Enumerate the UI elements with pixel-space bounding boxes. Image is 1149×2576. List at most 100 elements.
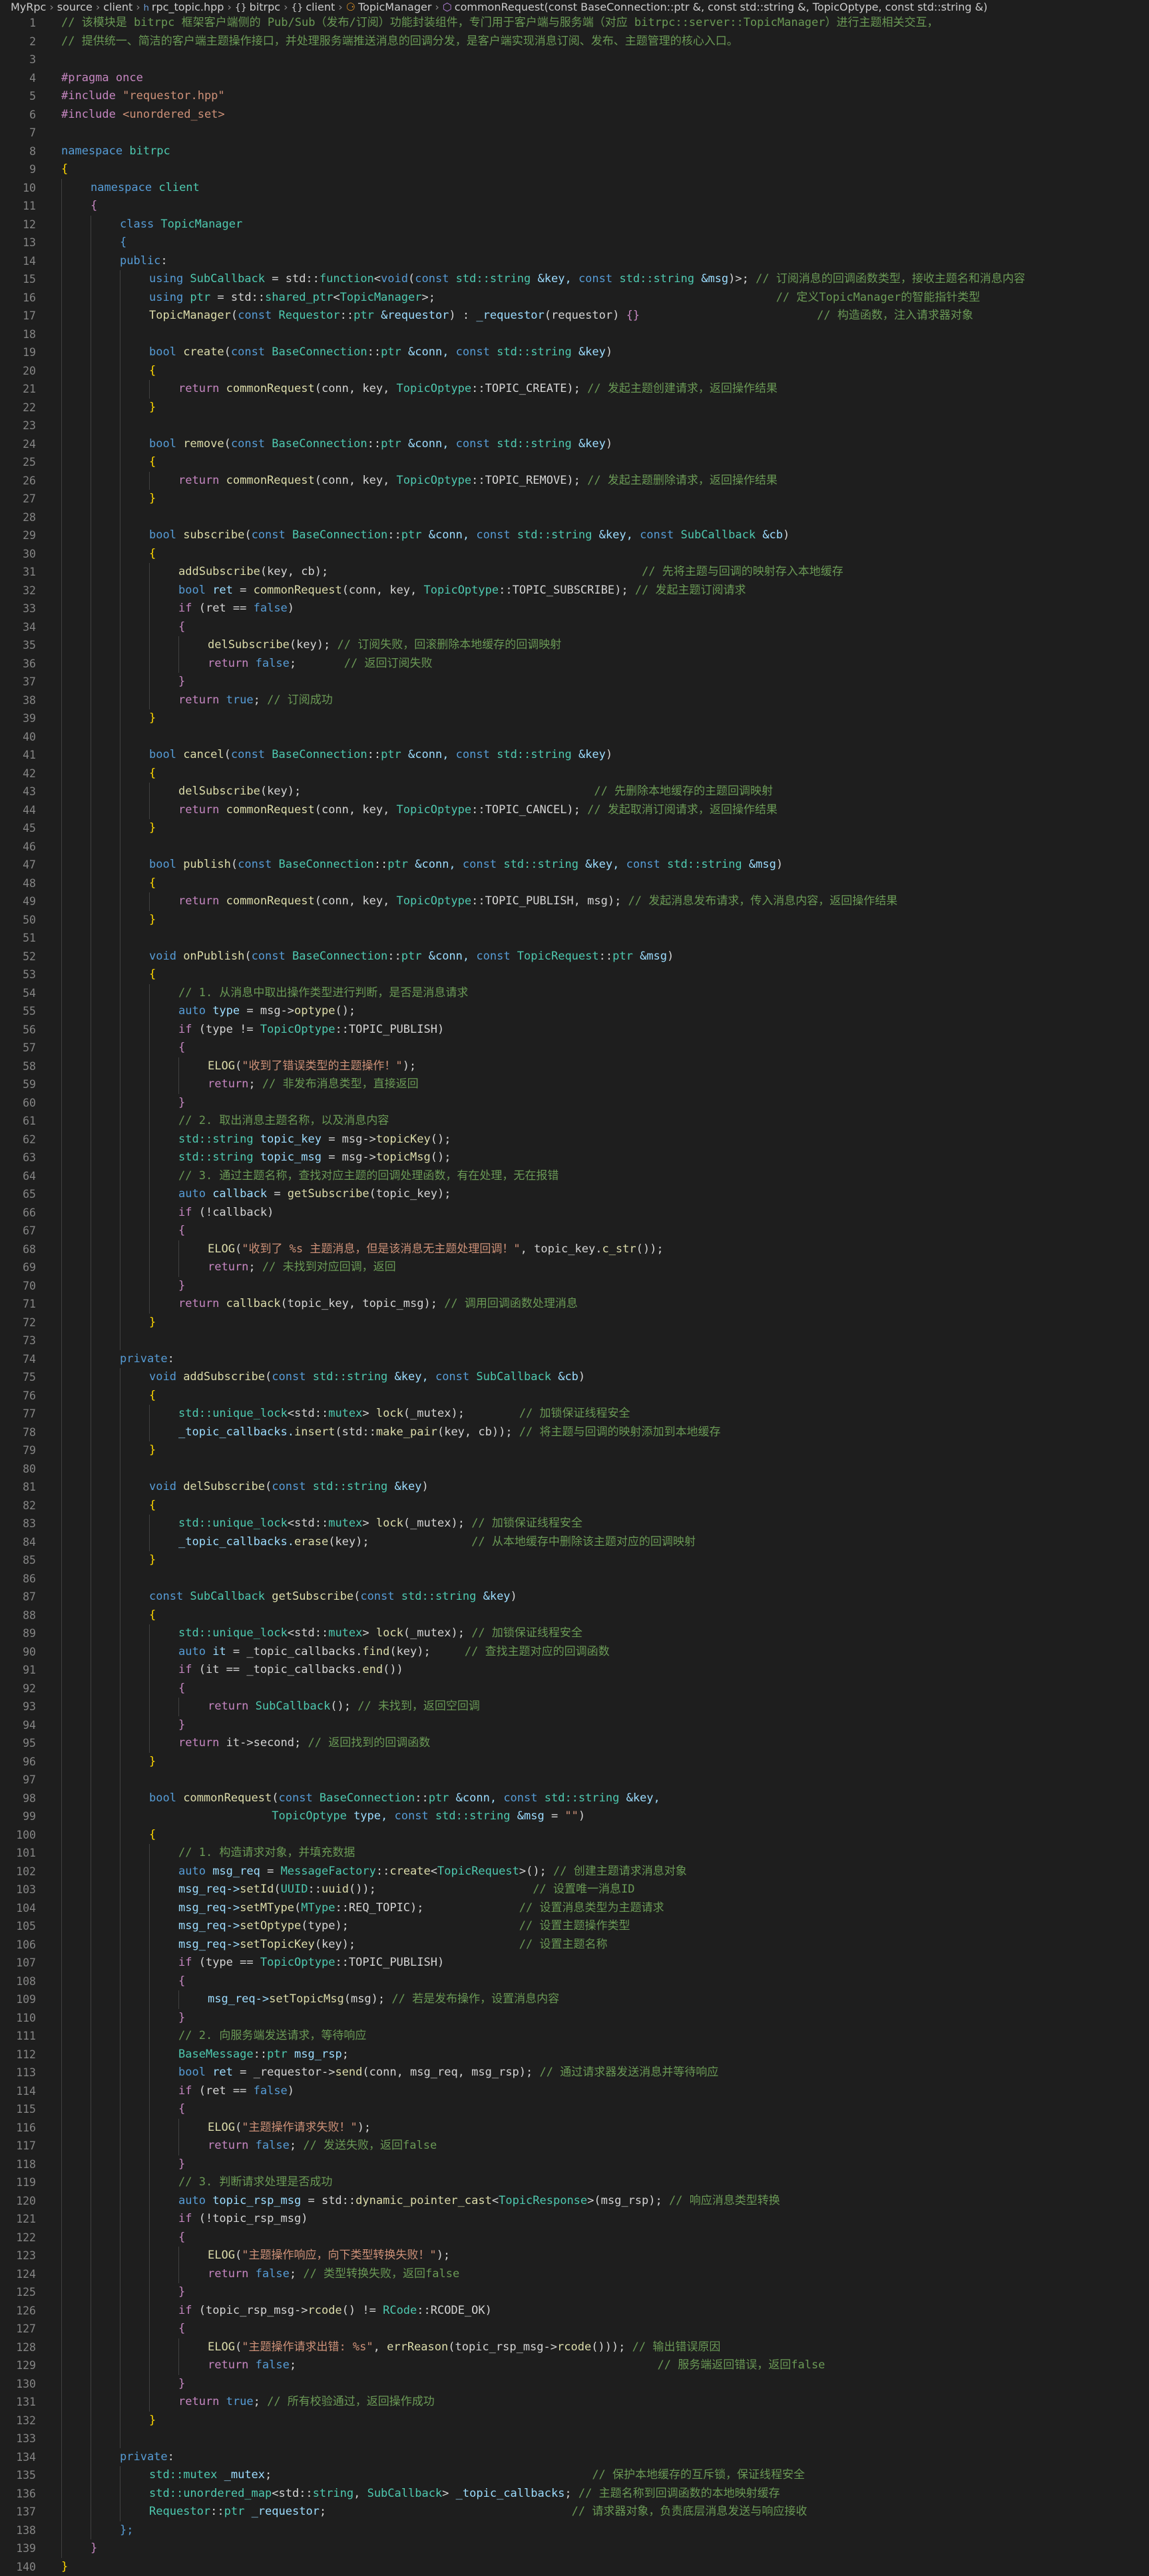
code-line[interactable]: 26return commonRequest(conn, key, TopicO…: [0, 472, 1149, 490]
code-line[interactable]: 6#include <unordered_set>: [0, 106, 1149, 124]
code-line[interactable]: 50}: [0, 911, 1149, 930]
code-line[interactable]: 137Requestor::ptr _requestor; // 请求器对象，负…: [0, 2503, 1149, 2521]
code-line[interactable]: 63std::string topic_msg = msg->topicMsg(…: [0, 1149, 1149, 1167]
code-line[interactable]: 121if (!topic_rsp_msg): [0, 2210, 1149, 2229]
code-line[interactable]: 51: [0, 929, 1149, 948]
code-line[interactable]: 130}: [0, 2375, 1149, 2394]
code-line[interactable]: 97: [0, 1771, 1149, 1789]
breadcrumb-item[interactable]: hrpc_topic.hpp: [144, 1, 224, 13]
code-line[interactable]: 54// 1. 从消息中取出操作类型进行判断，是否是消息请求: [0, 984, 1149, 1003]
code-line[interactable]: 53{: [0, 966, 1149, 984]
breadcrumb-item[interactable]: ⚆TopicManager: [346, 1, 432, 13]
code-line[interactable]: 71return callback(topic_key, topic_msg);…: [0, 1295, 1149, 1314]
code-line[interactable]: 117return false; // 发送失败，返回false: [0, 2137, 1149, 2155]
code-line[interactable]: 115{: [0, 2100, 1149, 2119]
code-line[interactable]: 140}: [0, 2558, 1149, 2576]
code-line[interactable]: 38return true; // 订阅成功: [0, 691, 1149, 710]
code-line[interactable]: 20{: [0, 362, 1149, 381]
code-line[interactable]: 86: [0, 1570, 1149, 1588]
code-line[interactable]: 67{: [0, 1222, 1149, 1240]
code-line[interactable]: 110}: [0, 2009, 1149, 2028]
code-line[interactable]: 134private:: [0, 2448, 1149, 2467]
code-line[interactable]: 131return true; // 所有校验通过，返回操作成功: [0, 2393, 1149, 2412]
breadcrumb-item[interactable]: source: [57, 1, 93, 13]
code-line[interactable]: 16using ptr = std::shared_ptr<TopicManag…: [0, 289, 1149, 307]
code-line[interactable]: 30{: [0, 545, 1149, 564]
code-line[interactable]: 27}: [0, 490, 1149, 508]
code-line[interactable]: 62std::string topic_key = msg->topicKey(…: [0, 1131, 1149, 1149]
code-line[interactable]: 17TopicManager(const Requestor::ptr &req…: [0, 307, 1149, 325]
code-line[interactable]: 1// 该模块是 bitrpc 框架客户端侧的 Pub/Sub（发布/订阅）功能…: [0, 14, 1149, 33]
code-line[interactable]: 65auto callback = getSubscribe(topic_key…: [0, 1185, 1149, 1204]
code-line[interactable]: 82{: [0, 1497, 1149, 1515]
code-line[interactable]: 80: [0, 1460, 1149, 1479]
breadcrumb-item[interactable]: MyRpc: [11, 1, 46, 13]
code-line[interactable]: 118}: [0, 2155, 1149, 2174]
code-line[interactable]: 129return false; // 服务端返回错误，返回false: [0, 2356, 1149, 2375]
code-line[interactable]: 18: [0, 325, 1149, 344]
code-line[interactable]: 22}: [0, 399, 1149, 417]
code-line[interactable]: 93return SubCallback(); // 未找到，返回空回调: [0, 1698, 1149, 1716]
code-line[interactable]: 14public:: [0, 252, 1149, 271]
code-line[interactable]: 135std::mutex _mutex; // 保护本地缓存的互斥锁，保证线程…: [0, 2466, 1149, 2485]
code-line[interactable]: 101// 1. 构造请求对象，并填充数据: [0, 1844, 1149, 1863]
code-line[interactable]: 125}: [0, 2283, 1149, 2302]
code-line[interactable]: 10namespace client: [0, 179, 1149, 198]
code-line[interactable]: 102auto msg_req = MessageFactory::create…: [0, 1863, 1149, 1881]
breadcrumb-item[interactable]: {}client: [291, 1, 335, 13]
code-line[interactable]: 68ELOG("收到了 %s 主题消息，但是该消息无主题处理回调！", topi…: [0, 1240, 1149, 1259]
code-line[interactable]: 123ELOG("主题操作响应，向下类型转换失败！");: [0, 2247, 1149, 2265]
code-line[interactable]: 92{: [0, 1680, 1149, 1698]
code-line[interactable]: 64// 3. 通过主题名称，查找对应主题的回调处理函数，有在处理，无在报错: [0, 1167, 1149, 1186]
code-line[interactable]: 72}: [0, 1314, 1149, 1332]
code-line[interactable]: 76{: [0, 1387, 1149, 1405]
code-line[interactable]: 122{: [0, 2229, 1149, 2247]
code-line[interactable]: 56if (type != TopicOptype::TOPIC_PUBLISH…: [0, 1021, 1149, 1039]
code-line[interactable]: 100{: [0, 1826, 1149, 1845]
code-line[interactable]: 79}: [0, 1441, 1149, 1460]
code-line[interactable]: 39}: [0, 709, 1149, 728]
breadcrumb-item[interactable]: {}bitrpc: [235, 1, 280, 13]
code-line[interactable]: 87const SubCallback getSubscribe(const s…: [0, 1588, 1149, 1606]
code-line[interactable]: 31addSubscribe(key, cb); // 先将主题与回调的映射存入…: [0, 563, 1149, 582]
code-line[interactable]: 111// 2. 向服务端发送请求，等待响应: [0, 2027, 1149, 2046]
code-line[interactable]: 52void onPublish(const BaseConnection::p…: [0, 948, 1149, 966]
code-line[interactable]: 69return; // 未找到对应回调，返回: [0, 1258, 1149, 1277]
code-line[interactable]: 66if (!callback): [0, 1204, 1149, 1222]
code-line[interactable]: 36return false; // 返回订阅失败: [0, 655, 1149, 673]
code-line[interactable]: 35delSubscribe(key); // 订阅失败，回滚删除本地缓存的回调…: [0, 636, 1149, 655]
code-line[interactable]: 58ELOG("收到了错误类型的主题操作！");: [0, 1057, 1149, 1076]
code-line[interactable]: 61// 2. 取出消息主题名称，以及消息内容: [0, 1112, 1149, 1131]
code-line[interactable]: 139}: [0, 2539, 1149, 2558]
code-line[interactable]: 13{: [0, 234, 1149, 252]
code-line[interactable]: 138};: [0, 2521, 1149, 2540]
breadcrumb-item[interactable]: ⬡commonRequest(const BaseConnection::ptr…: [443, 1, 988, 13]
code-line[interactable]: 81void delSubscribe(const std::string &k…: [0, 1478, 1149, 1497]
code-line[interactable]: 85}: [0, 1551, 1149, 1570]
code-line[interactable]: 91if (it == _topic_callbacks.end()): [0, 1661, 1149, 1680]
code-line[interactable]: 120auto topic_rsp_msg = std::dynamic_poi…: [0, 2192, 1149, 2211]
code-line[interactable]: 46: [0, 838, 1149, 856]
breadcrumb-item[interactable]: client: [103, 1, 132, 13]
code-line[interactable]: 47bool publish(const BaseConnection::ptr…: [0, 856, 1149, 874]
code-line[interactable]: 9{: [0, 160, 1149, 179]
code-line[interactable]: 107if (type == TopicOptype::TOPIC_PUBLIS…: [0, 1954, 1149, 1972]
code-line[interactable]: 99 TopicOptype type, const std::string &…: [0, 1807, 1149, 1826]
code-line[interactable]: 15using SubCallback = std::function<void…: [0, 270, 1149, 289]
code-line[interactable]: 33if (ret == false): [0, 600, 1149, 618]
code-line[interactable]: 88{: [0, 1606, 1149, 1625]
code-line[interactable]: 8namespace bitrpc: [0, 142, 1149, 161]
code-line[interactable]: 60}: [0, 1094, 1149, 1113]
code-editor[interactable]: 1// 该模块是 bitrpc 框架客户端侧的 Pub/Sub（发布/订阅）功能…: [0, 14, 1149, 2560]
code-line[interactable]: 23: [0, 417, 1149, 435]
code-line[interactable]: 12class TopicManager: [0, 216, 1149, 234]
code-line[interactable]: 126if (topic_rsp_msg->rcode() != RCode::…: [0, 2302, 1149, 2320]
code-line[interactable]: 114if (ret == false): [0, 2082, 1149, 2101]
code-line[interactable]: 105msg_req->setOptype(type); // 设置主题操作类型: [0, 1917, 1149, 1936]
code-line[interactable]: 70}: [0, 1277, 1149, 1296]
code-line[interactable]: 49return commonRequest(conn, key, TopicO…: [0, 892, 1149, 911]
code-line[interactable]: 24bool remove(const BaseConnection::ptr …: [0, 435, 1149, 454]
code-line[interactable]: 124return false; // 类型转换失败，返回false: [0, 2265, 1149, 2284]
code-line[interactable]: 45}: [0, 819, 1149, 838]
code-line[interactable]: 57{: [0, 1039, 1149, 1057]
